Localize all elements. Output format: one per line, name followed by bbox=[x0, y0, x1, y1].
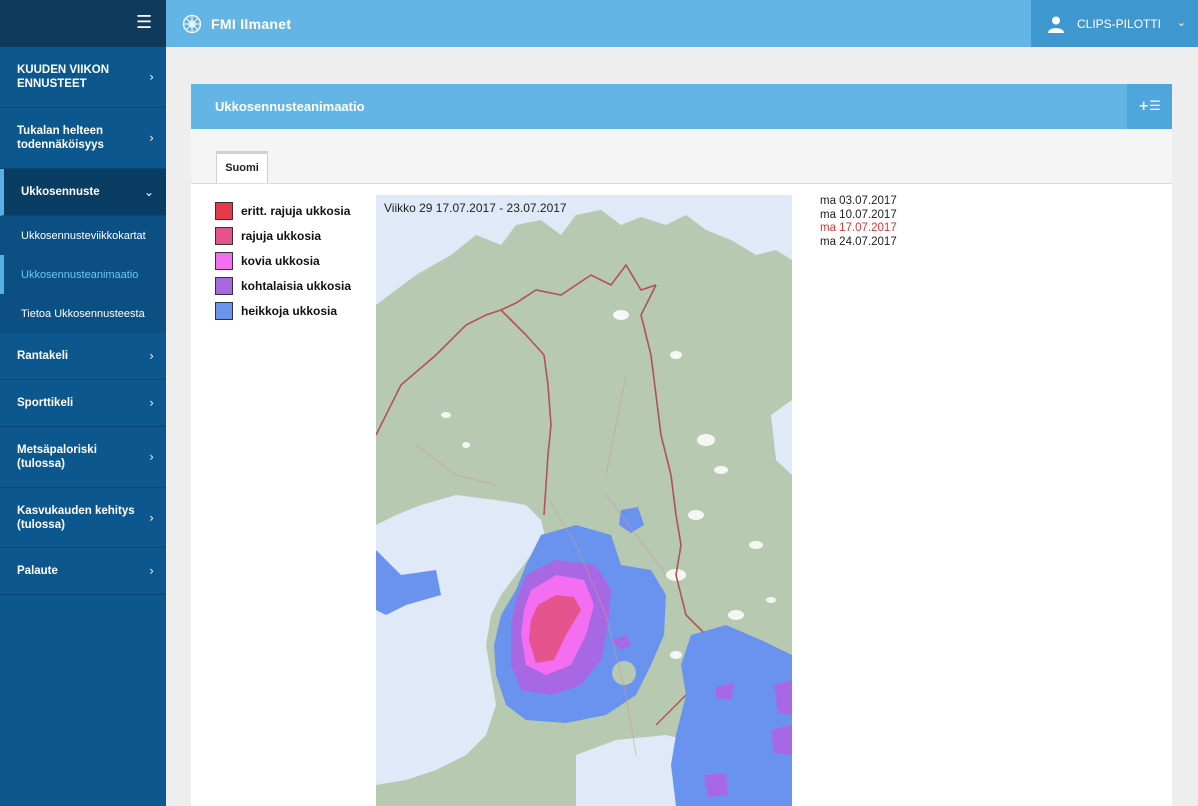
sidebar-item-kasvukauden-kehitys[interactable]: Kasvukauden kehitys (tulossa) › bbox=[0, 488, 166, 548]
user-icon bbox=[1048, 16, 1064, 33]
chevron-right-icon: › bbox=[149, 131, 154, 145]
legend-item: eritt. rajuja ukkosia bbox=[215, 198, 351, 223]
sidebar-item-palaute[interactable]: Palaute › bbox=[0, 548, 166, 595]
sidebar-subitem-label: Ukkosennusteanimaatio bbox=[21, 268, 139, 281]
date-list: ma 03.07.2017 ma 10.07.2017 ma 17.07.201… bbox=[820, 195, 897, 249]
map-week-caption: Viikko 29 17.07.2017 - 23.07.2017 bbox=[384, 201, 567, 215]
sidebar-item-tukalan-helteen[interactable]: Tukalan helteen todennäköisyys › bbox=[0, 108, 166, 169]
panel-header: Ukkosennusteanimaatio +☰ bbox=[191, 84, 1172, 129]
legend: eritt. rajuja ukkosia rajuja ukkosia kov… bbox=[215, 198, 351, 323]
sidebar-item-label: Rantakeli bbox=[17, 350, 69, 362]
sidebar-item-sporttikeli[interactable]: Sporttikeli › bbox=[0, 380, 166, 427]
panel-options-button[interactable]: +☰ bbox=[1127, 84, 1172, 129]
sidebar-item-ukkosennuste[interactable]: Ukkosennuste ⌄ bbox=[0, 169, 166, 216]
chevron-right-icon: › bbox=[149, 510, 154, 525]
sidebar-item-label: Palaute bbox=[17, 565, 58, 577]
legend-item: kovia ukkosia bbox=[215, 248, 351, 273]
legend-swatch bbox=[215, 301, 233, 320]
legend-swatch bbox=[215, 276, 233, 295]
sidebar-subitem-tietoa[interactable]: Tietoa Ukkosennusteesta bbox=[0, 294, 166, 333]
date-link-active[interactable]: ma 17.07.2017 bbox=[820, 222, 897, 236]
hamburger-menu-icon[interactable]: ☰ bbox=[136, 14, 152, 32]
sidebar-item-label: Sporttikeli bbox=[17, 397, 74, 409]
chevron-down-icon: ⌄ bbox=[143, 185, 154, 199]
sidebar-item-label: KUUDEN VIIKON ENNUSTEET bbox=[17, 64, 110, 90]
forecast-map[interactable]: Viikko 29 17.07.2017 - 23.07.2017 bbox=[376, 195, 792, 806]
legend-label: eritt. rajuja ukkosia bbox=[241, 203, 351, 218]
date-link[interactable]: ma 10.07.2017 bbox=[820, 209, 897, 223]
legend-label: rajuja ukkosia bbox=[241, 228, 322, 243]
legend-label: kovia ukkosia bbox=[241, 253, 320, 268]
app-brand[interactable]: FMI Ilmanet bbox=[182, 12, 291, 36]
sidebar-item-label: Tukalan helteen todennäköisyys bbox=[17, 125, 104, 151]
legend-swatch bbox=[215, 201, 233, 220]
legend-item: kohtalaisia ukkosia bbox=[215, 273, 351, 298]
legend-swatch bbox=[215, 226, 233, 245]
user-name: CLIPS-PILOTTI bbox=[1077, 16, 1162, 31]
user-menu[interactable]: CLIPS-PILOTTI ⌄ bbox=[1031, 0, 1198, 47]
legend-swatch bbox=[215, 251, 233, 270]
date-link[interactable]: ma 03.07.2017 bbox=[820, 195, 897, 209]
sidebar-subitem-animaatio[interactable]: Ukkosennusteanimaatio bbox=[0, 255, 166, 294]
sidebar-item-metsapaloriski[interactable]: Metsäpaloriski (tulossa) › bbox=[0, 427, 166, 488]
chevron-right-icon: › bbox=[149, 450, 154, 464]
legend-item: heikkoja ukkosia bbox=[215, 298, 351, 323]
date-link[interactable]: ma 24.07.2017 bbox=[820, 236, 897, 250]
chevron-right-icon: › bbox=[149, 564, 154, 578]
animation-panel: Ukkosennusteanimaatio +☰ Suomi eritt. ra… bbox=[191, 84, 1172, 806]
tab-label: Suomi bbox=[225, 161, 259, 174]
menu-toggle-area: ☰ bbox=[0, 0, 166, 47]
sidebar-item-label: Kasvukauden kehitys (tulossa) bbox=[17, 504, 135, 531]
chevron-down-icon: ⌄ bbox=[1176, 16, 1186, 29]
tab-bar: Suomi bbox=[191, 129, 1172, 184]
app-title: FMI Ilmanet bbox=[211, 16, 292, 32]
sidebar-subitem-label: Ukkosennusteviikkokartat bbox=[21, 229, 146, 242]
top-bar: ☰ FMI Ilmanet CLIPS-PILOTTI ⌄ bbox=[0, 0, 1198, 47]
sidebar-item-kuuden-viikon-ennusteet[interactable]: KUUDEN VIIKON ENNUSTEET › bbox=[0, 47, 166, 108]
fmi-logo-icon bbox=[182, 14, 202, 34]
sidebar: KUUDEN VIIKON ENNUSTEET › Tukalan heltee… bbox=[0, 47, 166, 806]
chevron-right-icon: › bbox=[149, 349, 154, 363]
sidebar-item-label: Ukkosennuste bbox=[21, 186, 100, 198]
legend-label: heikkoja ukkosia bbox=[241, 303, 338, 318]
finland-map-image bbox=[376, 195, 792, 806]
panel-title: Ukkosennusteanimaatio bbox=[215, 99, 365, 114]
chevron-right-icon: › bbox=[149, 396, 154, 410]
chevron-right-icon: › bbox=[149, 70, 154, 84]
sidebar-subitem-viikkokartat[interactable]: Ukkosennusteviikkokartat bbox=[0, 216, 166, 255]
sidebar-item-rantakeli[interactable]: Rantakeli › bbox=[0, 333, 166, 380]
sidebar-subitem-label: Tietoa Ukkosennusteesta bbox=[21, 307, 145, 320]
sidebar-item-label: Metsäpaloriski (tulossa) bbox=[17, 444, 97, 470]
legend-item: rajuja ukkosia bbox=[215, 223, 351, 248]
tab-suomi[interactable]: Suomi bbox=[216, 151, 268, 183]
legend-label: kohtalaisia ukkosia bbox=[241, 278, 352, 293]
tab-top-border bbox=[217, 152, 267, 154]
